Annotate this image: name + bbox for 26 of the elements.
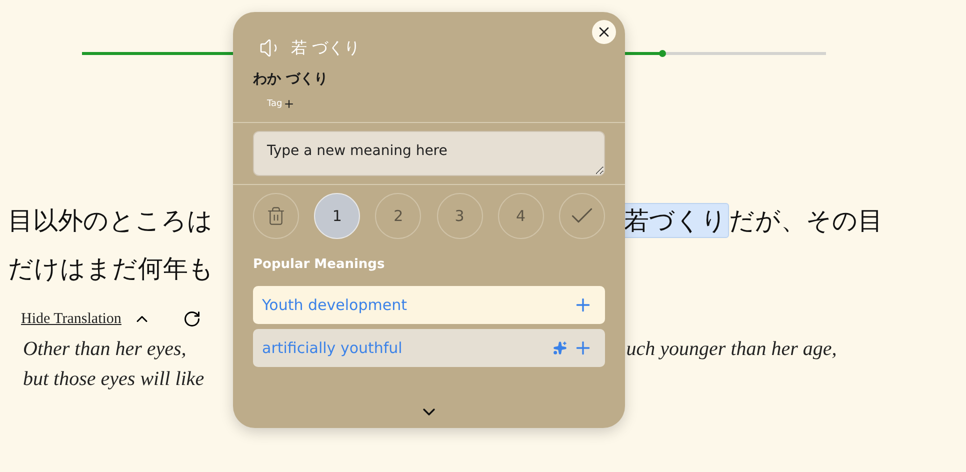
meaning-input-field[interactable]: Type a new meaning here xyxy=(253,131,605,176)
sparkle-icon xyxy=(553,341,567,355)
translation-text: but those eyes will like xyxy=(23,368,204,390)
popup-word: 若 づくり xyxy=(291,38,360,58)
close-button[interactable] xyxy=(592,20,616,44)
meaning-item[interactable]: artificially youthful xyxy=(253,329,605,367)
translation-text: Other than her eyes, xyxy=(23,338,186,360)
add-tag-icon[interactable] xyxy=(283,98,296,110)
refresh-icon[interactable] xyxy=(183,310,202,328)
sentence-text: 目以外のところは xyxy=(8,206,213,236)
rating-button[interactable]: 1 xyxy=(314,193,360,239)
highlighted-word[interactable]: 若づくり xyxy=(622,202,729,238)
section-title: Popular Meanings xyxy=(252,256,386,274)
sentence-text: だが、その目 xyxy=(729,206,883,236)
sentence-text: だけはまだ何年も xyxy=(8,254,214,284)
translation-text: uch younger than her age, xyxy=(626,338,837,360)
delete-button[interactable] xyxy=(253,193,299,239)
rating-button[interactable]: 3 xyxy=(436,193,483,239)
tag-label: Tag xyxy=(267,99,282,109)
rating-button[interactable]: 4 xyxy=(498,193,544,239)
reading-text: わか づくり xyxy=(252,70,329,88)
progress-thumb[interactable] xyxy=(659,50,666,57)
meaning-item[interactable]: Youth development xyxy=(253,286,605,324)
rating-button[interactable]: 2 xyxy=(375,193,422,239)
trash-icon xyxy=(266,206,286,226)
hide-translation-link[interactable]: Hide Translation xyxy=(21,310,122,328)
